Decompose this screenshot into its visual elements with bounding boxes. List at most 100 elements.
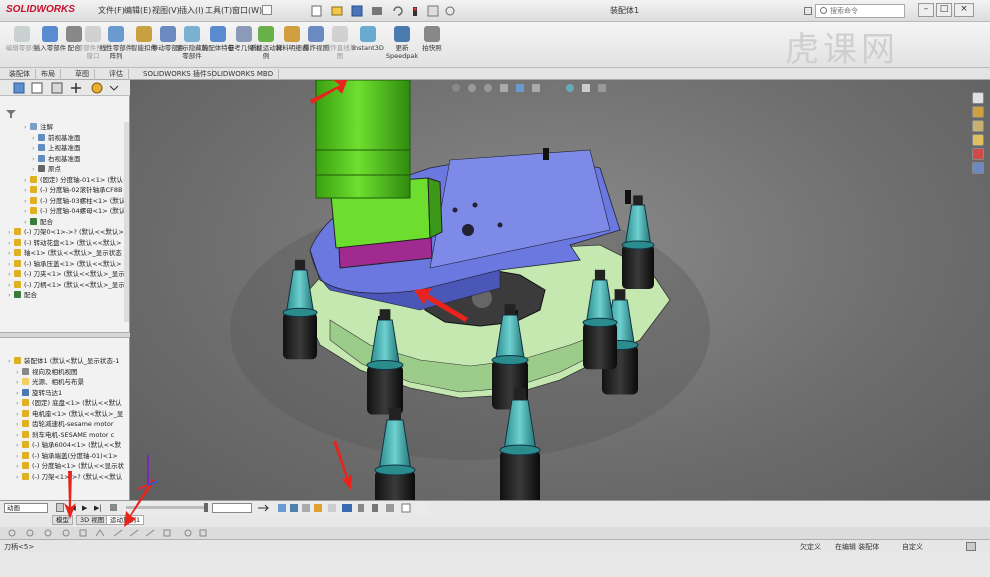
tree-item-label: 刹车电机-SESAME motor c [32, 430, 115, 439]
component-icon [14, 259, 21, 267]
ribbon-icon [108, 26, 124, 42]
status-editing: 在编辑 装配体 [835, 543, 880, 551]
tree-item-label: 配合 [24, 291, 37, 299]
annotation-arrows [64, 441, 352, 527]
tree-item[interactable]: › (-) 刀柄<1> (默认<<默认>_显示 [4, 280, 126, 291]
tree-item[interactable]: › 旋转马达1 [4, 388, 128, 399]
feature-manager-toolbar [0, 80, 130, 96]
ribbon-button[interactable]: 拍快照 [414, 26, 450, 66]
tree-item-label: (-) 刀柄<1> (默认<<默认>_显示 [24, 280, 125, 289]
tree-item-label: 齿轮减速机-sesame motor [32, 420, 114, 428]
command-tab[interactable]: 评估 [104, 69, 129, 80]
design-library-icon[interactable] [972, 120, 984, 132]
tree-item[interactable]: › (-) 分度轴-03螺柱<1> (默认 [4, 196, 126, 207]
component-icon [14, 249, 21, 256]
tree-item-label: 配合 [40, 217, 53, 226]
assembly-model [230, 80, 710, 500]
tree-item[interactable]: › (-) 刀夹<1> (默认<<默认>_显示 [4, 269, 126, 280]
maximize-button[interactable]: □ [936, 3, 952, 17]
component-icon [22, 367, 29, 375]
home-icon[interactable] [972, 92, 984, 104]
resources-icon[interactable] [972, 106, 984, 118]
ribbon-icon [332, 26, 348, 42]
file-explorer-icon[interactable] [972, 134, 984, 146]
tree-scrollbar[interactable] [124, 122, 129, 322]
tree-item[interactable]: › (-) 轴承压盖<1> (默认<<默认> [4, 259, 126, 270]
panel-splitter[interactable] [0, 332, 130, 338]
tree-item[interactable]: › (-) 分度轴-04螺母<1> (默认 [4, 206, 126, 217]
solidworks-logo: SOLIDWORKS [6, 4, 75, 15]
component-icon [38, 133, 45, 141]
tree-item[interactable]: › (固定) 底盘<1> (默认<<默认 [4, 398, 128, 409]
ribbon-icon [258, 26, 274, 42]
search-icon [820, 7, 827, 14]
component-icon [30, 123, 37, 130]
tree-item[interactable]: › (固定) 分度轴-01<1> (默认<< [4, 175, 126, 186]
graphics-area[interactable] [130, 80, 990, 500]
component-icon [38, 154, 45, 162]
help-icon[interactable] [804, 7, 812, 15]
tree-item[interactable]: › 电机座<1> (默认<<默认>_显 [4, 409, 128, 420]
ribbon-icon [394, 26, 410, 42]
component-icon [14, 228, 21, 235]
filter-icon[interactable] [6, 110, 16, 118]
command-tab[interactable]: 装配体 [4, 69, 36, 80]
tree-item-label: 电机座<1> (默认<<默认>_显 [32, 409, 124, 418]
command-tab[interactable]: 草图 [70, 69, 95, 80]
tree-item[interactable]: › 前视基准面 [4, 133, 126, 144]
status-custom[interactable]: 自定义 [902, 542, 923, 552]
watermark: 虎课网 [785, 30, 899, 70]
component-icon [14, 357, 21, 364]
menu-insert[interactable]: 插入(I) [179, 5, 204, 16]
tree-item[interactable]: › 配合 [4, 290, 126, 301]
tree-item[interactable]: › 光源、相机与布景 [4, 377, 128, 388]
tree-item[interactable]: › (-) 刀架0<1>->? (默认<<默认> [4, 227, 126, 238]
tree-item[interactable]: › 右视基准面 [4, 154, 126, 165]
menu-tools[interactable]: 工具(T) [205, 5, 232, 16]
ribbon-icon [424, 26, 440, 42]
task-pane-tabs [972, 92, 986, 182]
command-tabs: 装配体 布局 草图 评估 SOLIDWORKS 插件 SOLIDWORKS MBD [0, 68, 990, 80]
tree-item[interactable]: › 轴<1> (默认<<默认>_显示状态 [4, 248, 126, 259]
menu-window[interactable]: 窗口(W) [232, 5, 262, 16]
command-tab[interactable]: SOLIDWORKS MBD [202, 69, 280, 80]
view-palette-icon[interactable] [972, 162, 984, 174]
tool-holder [621, 195, 655, 289]
tree-item[interactable]: › 视向及相机视图 [4, 367, 128, 378]
tree-item[interactable]: › (-) 分度轴-02滚针轴承CF8B [4, 185, 126, 196]
tree-item[interactable]: › 刹车电机-SESAME motor c [4, 430, 128, 441]
search-input[interactable]: 搜索命令 [815, 4, 905, 18]
ribbon-button[interactable]: Instant3D [350, 26, 386, 66]
tree-item[interactable]: › 原点 [4, 164, 126, 175]
ribbon-button-label: 拍快照 [422, 44, 442, 52]
tree-item-label: (-) 轴承压盖<1> (默认<<默认> [24, 259, 122, 268]
component-icon [14, 280, 21, 288]
tree-item[interactable]: › 齿轮减速机-sesame motor [4, 419, 128, 430]
tree-item[interactable]: › 装配体1 (默认<默认_显示状态-1 [4, 356, 128, 367]
feature-tree: › 注解 › 前视基准面 › 上视基准面 › 右视基准面 › 原点 › (固定) 分度轴-01<1> … [4, 122, 126, 332]
tree-item-label: 上视基准面 [48, 144, 81, 152]
tree-item-label: (-) 分度轴-04螺母<1> (默认 [40, 207, 126, 215]
component-icon [38, 165, 45, 172]
menu-view[interactable]: 视图(V) [152, 5, 180, 16]
appearances-icon[interactable] [972, 148, 984, 160]
component-icon [30, 196, 37, 204]
quick-access-toolbar [310, 4, 460, 18]
minimize-button[interactable]: – [918, 3, 934, 17]
tree-item[interactable]: › 注解 [4, 122, 126, 133]
tree-item[interactable]: › 配合 [4, 217, 126, 228]
menu-edit[interactable]: 编辑(E) [124, 5, 151, 16]
tree-item-label: (固定) 底盘<1> (默认<<默认 [32, 399, 122, 407]
component-icon [14, 238, 21, 246]
component-icon [30, 217, 37, 225]
help-icon[interactable] [966, 542, 976, 551]
component-icon [38, 144, 45, 151]
pin-icon[interactable] [262, 5, 272, 15]
tree-item[interactable]: › 上视基准面 [4, 143, 126, 154]
tree-item[interactable]: › (-) 转动花盘<1> (默认<<默认> [4, 238, 126, 249]
tree-item-label: (-) 刀架0<1>->? (默认<<默认> [24, 228, 124, 236]
close-button[interactable]: × [954, 3, 974, 17]
menu-file[interactable]: 文件(F) [98, 5, 125, 16]
command-tab[interactable]: 布局 [36, 69, 61, 80]
component-icon [22, 378, 29, 385]
